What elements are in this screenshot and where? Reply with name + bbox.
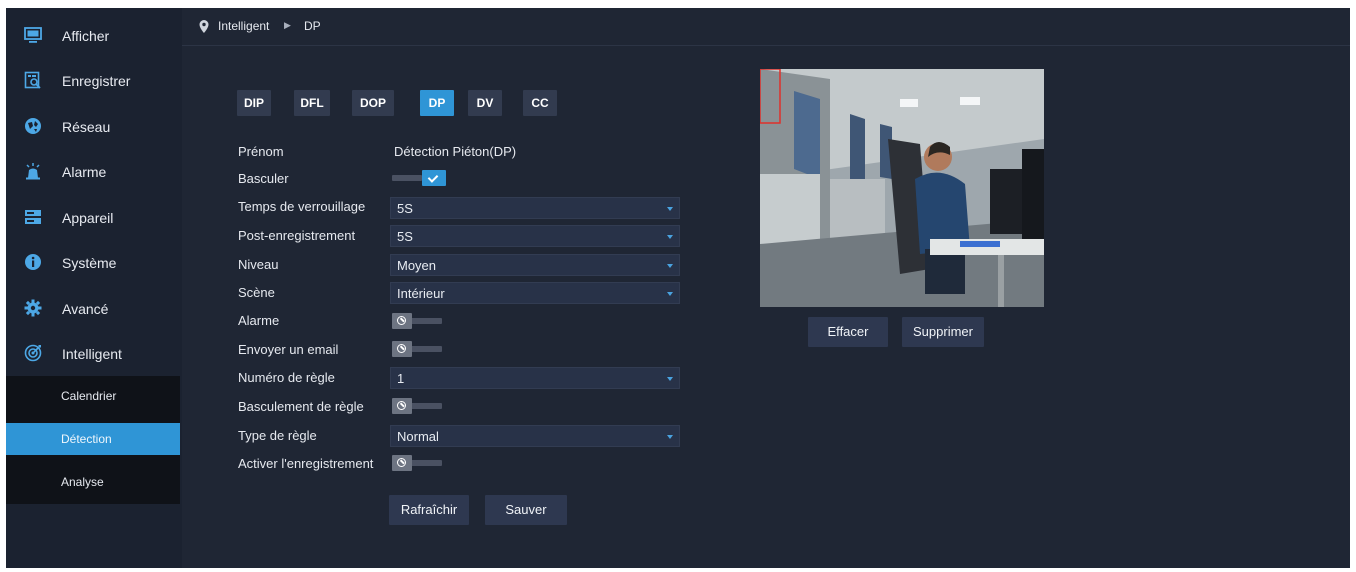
toggle-knob [422,170,446,186]
breadcrumb-separator-icon: ▶ [284,20,291,30]
submenu-item-label: Analyse [61,475,104,489]
tab-cc[interactable]: CC [523,90,557,116]
sidebar-item-intelligent[interactable]: Intelligent [6,333,182,373]
select-value: Moyen [397,258,437,273]
rule-type-label: Type de règle [238,428,317,443]
tab-dfl[interactable]: DFL [294,90,330,116]
rule-switch-toggle[interactable] [392,398,444,414]
select-value: 5S [397,229,413,244]
scene-select[interactable]: Intérieur [390,282,680,304]
delete-button[interactable]: Supprimer [902,317,984,347]
sidebar-item-label: Enregistrer [62,73,131,89]
breadcrumb-parent[interactable]: Intelligent [218,19,269,33]
sidebar-item-label: Avancé [62,301,109,317]
off-icon [397,344,406,353]
toggle-knob [392,313,412,329]
toggle-knob [392,398,412,414]
sidebar-item-label: Réseau [62,119,111,135]
toggle-track [392,175,422,181]
sidebar-item-systeme[interactable]: Système [6,242,182,282]
location-pin-icon [199,20,209,33]
intelligent-target-icon [24,344,42,362]
rule-number-select[interactable]: 1 [390,367,680,389]
app-window: Afficher Enregistrer Réseau Alarme Appar… [6,8,1350,568]
sidebar-item-afficher[interactable]: Afficher [6,15,182,55]
rule-switch-label: Basculement de règle [238,399,364,414]
intelligent-submenu: Calendrier Détection Analyse [6,376,180,504]
email-label: Envoyer un email [238,342,339,357]
tab-dip[interactable]: DIP [237,90,271,116]
post-record-label: Post-enregistrement [238,228,356,243]
tab-dv[interactable]: DV [468,90,502,116]
name-value: Détection Piéton(DP) [394,144,517,159]
select-value: 5S [397,201,413,216]
sidebar-item-enregistrer[interactable]: Enregistrer [6,60,182,100]
select-value: Normal [397,429,439,444]
toggle-knob [392,455,412,471]
sidebar-item-reseau[interactable]: Réseau [6,106,182,146]
submenu-item-label: Calendrier [61,389,117,403]
name-label: Prénom [238,144,284,159]
refresh-button[interactable]: Rafraîchir [389,495,469,525]
level-label: Niveau [238,257,279,272]
main-content: Intelligent ▶ DP DIP DFL DOP DP DV CC Pr… [182,8,1350,568]
camera-preview[interactable] [760,69,1044,307]
caret-down-icon [667,235,673,239]
caret-down-icon [667,264,673,268]
alarm-icon [26,163,40,180]
sidebar-item-label: Alarme [62,164,107,180]
breadcrumb-current: DP [304,19,321,33]
tab-dp[interactable]: DP [420,90,454,116]
save-button[interactable]: Sauver [485,495,567,525]
record-search-icon [24,71,41,89]
submenu-item-analyse[interactable]: Analyse [6,466,180,498]
switch-toggle[interactable] [392,170,446,186]
sidebar-item-label: Afficher [62,28,110,44]
gear-icon [24,299,42,317]
monitor-icon [24,27,42,43]
email-toggle[interactable] [392,341,444,357]
caret-down-icon [667,292,673,296]
sidebar-item-label: Appareil [62,210,114,226]
sidebar-item-alarme[interactable]: Alarme [6,151,182,191]
sidebar-item-label: Système [62,255,117,271]
rule-type-select[interactable]: Normal [390,425,680,447]
off-icon [397,401,406,410]
lock-time-label: Temps de verrouillage [238,199,366,214]
caret-down-icon [667,435,673,439]
select-value: 1 [397,371,405,386]
sidebar: Afficher Enregistrer Réseau Alarme Appar… [6,8,182,568]
off-icon [397,458,406,467]
caret-down-icon [667,377,673,381]
check-icon [427,172,439,183]
device-storage-icon [25,210,41,224]
sidebar-item-appareil[interactable]: Appareil [6,197,182,237]
submenu-item-detection[interactable]: Détection [6,423,180,455]
alarm-label: Alarme [238,313,280,328]
sidebar-item-label: Intelligent [62,346,122,362]
network-globe-icon [25,118,41,134]
camera-preview-image [760,69,1044,307]
rule-number-label: Numéro de règle [238,370,335,385]
lock-time-select[interactable]: 5S [390,197,680,219]
tab-dop[interactable]: DOP [352,90,394,116]
select-value: Intérieur [397,286,445,301]
toggle-knob [392,341,412,357]
switch-label: Basculer [238,171,289,186]
submenu-item-label: Détection [61,432,112,446]
sidebar-item-avance[interactable]: Avancé [6,288,182,328]
clear-button[interactable]: Effacer [808,317,888,347]
level-select[interactable]: Moyen [390,254,680,276]
off-icon [397,316,406,325]
info-icon [25,254,41,270]
breadcrumb: Intelligent ▶ DP [182,8,1350,46]
submenu-item-calendrier[interactable]: Calendrier [6,380,180,412]
caret-down-icon [667,207,673,211]
post-record-select[interactable]: 5S [390,225,680,247]
enable-record-toggle[interactable] [392,455,444,471]
scene-label: Scène [238,285,275,300]
alarm-toggle[interactable] [392,313,444,329]
enable-record-label: Activer l'enregistrement [238,456,374,471]
